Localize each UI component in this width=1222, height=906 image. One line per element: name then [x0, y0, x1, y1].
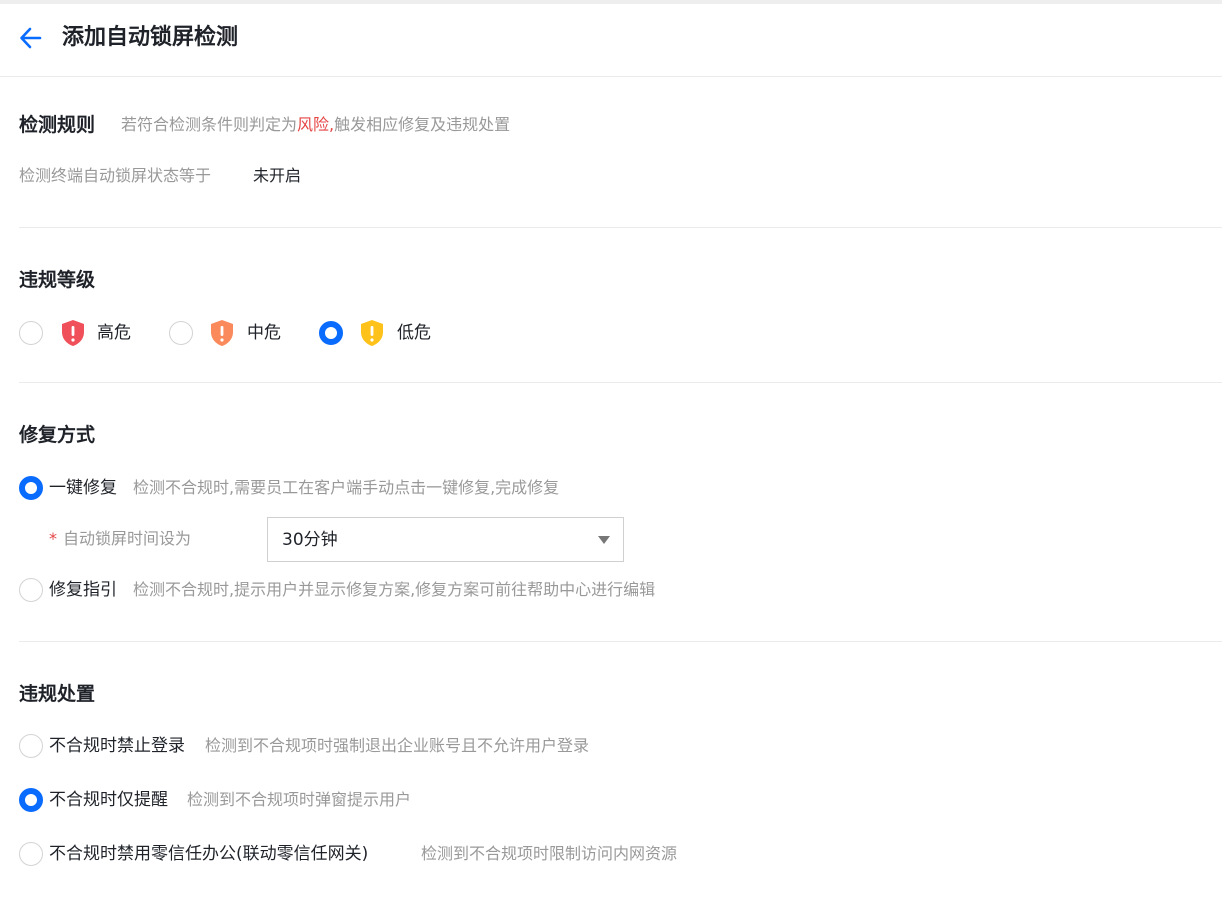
- radio-remind-only[interactable]: [19, 788, 43, 812]
- detection-rule-hint: 若符合检测条件则判定为风险,触发相应修复及违规处置: [121, 114, 510, 136]
- required-mark: *: [49, 529, 57, 548]
- disable-zero-trust-desc: 检测到不合规项时限制访问内网资源: [421, 844, 678, 863]
- forbid-login-desc: 检测到不合规项时强制退出企业账号且不允许用户登录: [205, 736, 590, 755]
- divider: [19, 382, 1222, 383]
- hint-prefix: 若符合检测条件则判定为: [121, 115, 298, 134]
- radio-high-risk[interactable]: [19, 321, 43, 345]
- repair-method-title: 修复方式: [19, 424, 96, 446]
- caret-down-icon: [598, 536, 610, 544]
- lock-time-label-text: 自动锁屏时间设为: [63, 529, 192, 548]
- detection-rule-title: 检测规则: [19, 114, 96, 136]
- radio-disable-zero-trust[interactable]: [19, 842, 43, 866]
- divider: [19, 641, 1222, 642]
- hint-risk: 风险,: [297, 115, 335, 134]
- repair-guide-desc: 检测不合规时,提示用户并显示修复方案,修复方案可前往帮助中心进行编辑: [133, 580, 656, 599]
- radio-medium-risk[interactable]: [169, 321, 193, 345]
- repair-guide-label: 修复指引: [49, 580, 117, 600]
- level-medium-label: 中危: [247, 323, 281, 343]
- one-click-repair-desc: 检测不合规时,需要员工在客户端手动点击一键修复,完成修复: [133, 478, 560, 497]
- lock-time-selected-value: 30分钟: [282, 530, 338, 550]
- forbid-login-label: 不合规时禁止登录: [49, 736, 185, 756]
- condition-label: 检测终端自动锁屏状态等于: [19, 166, 212, 185]
- violation-handling-title: 违规处置: [19, 683, 96, 705]
- violation-level-title: 违规等级: [19, 269, 96, 291]
- disable-zero-trust-label: 不合规时禁用零信任办公(联动零信任网关): [49, 844, 369, 864]
- divider: [19, 227, 1222, 228]
- lock-time-select[interactable]: 30分钟: [267, 517, 624, 562]
- radio-one-click-repair[interactable]: [19, 476, 43, 500]
- hint-suffix: 触发相应修复及违规处置: [334, 115, 511, 134]
- radio-forbid-login[interactable]: [19, 734, 43, 758]
- shield-alert-yellow-icon: [361, 320, 383, 346]
- one-click-repair-label: 一键修复: [49, 478, 117, 498]
- condition-value: 未开启: [253, 166, 302, 185]
- page-title: 添加自动锁屏检测: [62, 25, 239, 50]
- remind-only-desc: 检测到不合规项时弹窗提示用户: [187, 790, 412, 809]
- arrow-left-icon: [20, 27, 42, 49]
- level-low-label: 低危: [397, 323, 431, 343]
- level-high-label: 高危: [97, 323, 131, 343]
- page-header: 添加自动锁屏检测: [0, 4, 1222, 77]
- radio-low-risk[interactable]: [319, 321, 343, 345]
- back-button[interactable]: [18, 25, 44, 51]
- lock-time-label: * 自动锁屏时间设为: [49, 528, 191, 550]
- shield-alert-orange-icon: [211, 320, 233, 346]
- radio-repair-guide[interactable]: [19, 578, 43, 602]
- shield-alert-red-icon: [62, 320, 84, 346]
- remind-only-label: 不合规时仅提醒: [49, 790, 168, 810]
